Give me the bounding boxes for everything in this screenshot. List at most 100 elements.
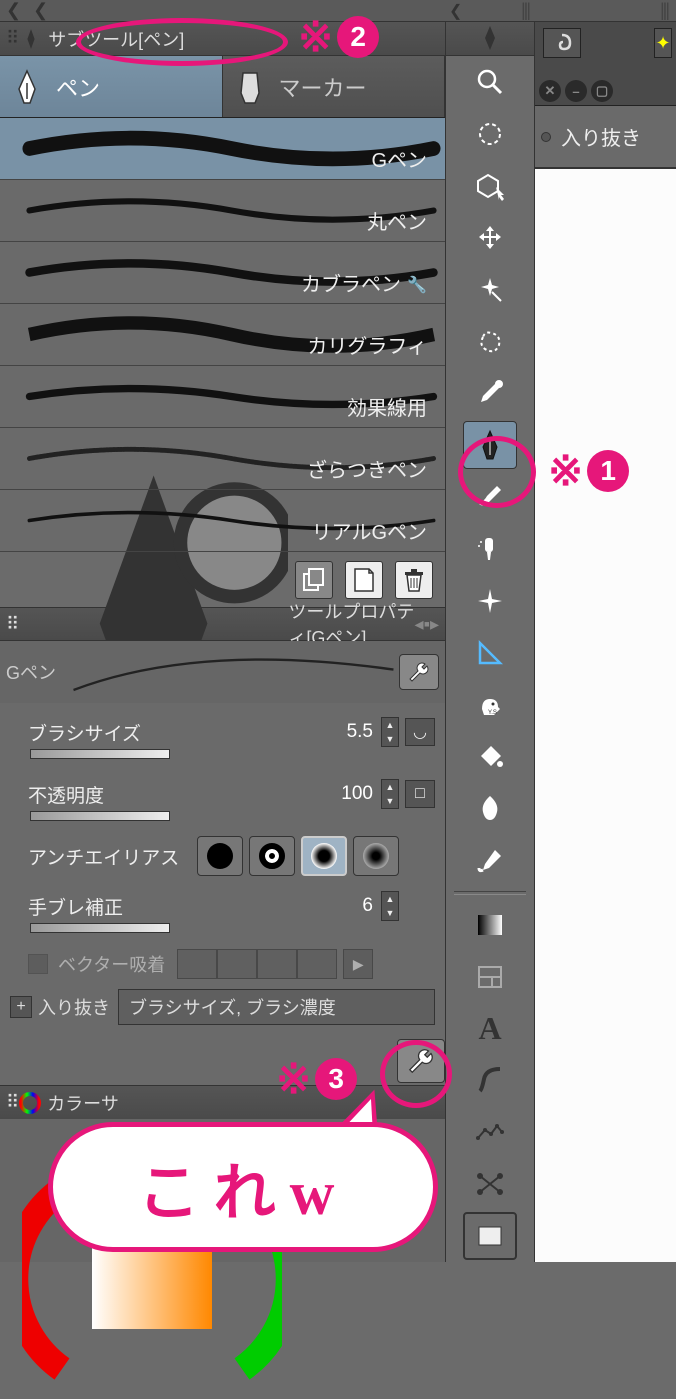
brush-settings-button[interactable]	[399, 654, 439, 690]
brush-name: ざらつきペン	[307, 454, 427, 483]
move-arrows-icon	[475, 223, 505, 253]
tool-frame[interactable]	[463, 953, 517, 1001]
slider-indicator-icon[interactable]: ◂▪▸	[415, 614, 439, 635]
panel-menu-icon[interactable]: ⠿	[6, 28, 16, 49]
tool-blend[interactable]: Y.S	[463, 681, 517, 729]
tool-operation[interactable]	[463, 162, 517, 210]
new-brush-button[interactable]	[345, 561, 383, 599]
vector-snap-checkbox[interactable]	[28, 954, 48, 974]
vector-snap-options[interactable]	[177, 949, 337, 979]
tool-col-topbar: ❮ |||	[445, 0, 535, 22]
antialias-option-weak[interactable]	[249, 836, 295, 876]
brush-item-marupen[interactable]: 丸ペン	[0, 180, 445, 242]
dashed-circle-icon	[475, 119, 505, 149]
tool-pencil[interactable]	[463, 473, 517, 521]
antialias-option-none[interactable]	[197, 836, 243, 876]
tab-pen[interactable]: ペン	[0, 56, 223, 117]
tool-move[interactable]	[463, 110, 517, 158]
brush-item-zaratsuki[interactable]: ざらつきペン	[0, 428, 445, 490]
tool-gradient-tool[interactable]	[463, 901, 517, 949]
tool-eraser[interactable]	[463, 629, 517, 677]
antialias-option-strong[interactable]	[353, 836, 399, 876]
brush-size-spinner[interactable]: ▲▼	[381, 717, 399, 747]
inout-expand-button[interactable]: +	[10, 996, 32, 1018]
canvas-area[interactable]	[535, 168, 676, 1262]
star-button[interactable]: ✦	[654, 28, 672, 58]
tool-palette-header[interactable]	[446, 22, 534, 56]
brush-name: 丸ペン	[367, 206, 427, 235]
eyedropper-icon	[475, 378, 505, 408]
brush-item-calligraphy[interactable]: カリグラフィ	[0, 304, 445, 366]
brush-size-slider[interactable]	[30, 749, 170, 759]
brush-preview-row: Gペン	[0, 641, 445, 703]
minimize-window-button[interactable]: –	[565, 80, 587, 102]
tool-selection[interactable]	[463, 266, 517, 314]
tool-move-layer[interactable]	[463, 214, 517, 262]
vector-snap-label: ベクター吸着	[58, 951, 165, 977]
close-window-button[interactable]: ✕	[539, 80, 561, 102]
tool-fill[interactable]	[463, 733, 517, 781]
tool-airbrush[interactable]	[463, 525, 517, 573]
tab-pen-label: ペン	[56, 71, 100, 103]
tool-auto-select[interactable]	[463, 318, 517, 366]
opacity-pressure-button[interactable]: □	[405, 780, 435, 808]
opacity-value: 100	[311, 783, 381, 805]
opacity-spinner[interactable]: ▲▼	[381, 779, 399, 809]
tool-property-title-bar[interactable]: ⠿ ツールプロパティ[Gペン] ◂▪▸	[0, 607, 445, 641]
swirl-icon[interactable]	[543, 28, 581, 58]
tool-eyedropper[interactable]	[463, 369, 517, 417]
dashed-blob-icon	[475, 327, 505, 357]
inout-value: ブラシサイズ, ブラシ濃度	[129, 994, 336, 1020]
subtool-panel-title-bar[interactable]: ⠿ サブツール[ペン]	[0, 22, 445, 56]
brush-item-effectline[interactable]: 効果線用	[0, 366, 445, 428]
delete-brush-button[interactable]	[395, 561, 433, 599]
tool-ruler[interactable]	[463, 1108, 517, 1156]
speech-bubble: これw	[48, 1122, 438, 1252]
opacity-slider[interactable]	[30, 811, 170, 821]
lock-icon: 🔧	[407, 275, 427, 295]
antialias-row: アンチエイリアス	[28, 831, 435, 881]
wrench-icon	[406, 1046, 436, 1076]
duplicate-brush-button[interactable]	[295, 561, 333, 599]
tool-last[interactable]	[463, 1212, 517, 1260]
tool-correct-line[interactable]	[463, 1160, 517, 1208]
tool-property-detail-button[interactable]	[397, 1039, 445, 1083]
tab-marker[interactable]: マーカー	[223, 56, 446, 117]
frame-icon	[476, 964, 504, 990]
inout-label: 入り抜き	[38, 994, 110, 1020]
bucket-icon	[475, 742, 505, 772]
pen-nib-icon	[480, 25, 500, 51]
stabilize-slider[interactable]	[30, 923, 170, 933]
brush-size-pressure-button[interactable]: ◡	[405, 718, 435, 746]
panel-menu-icon[interactable]: ⠿	[6, 614, 19, 635]
vector-snap-more[interactable]: ▶	[343, 949, 373, 979]
panel-grip-icon[interactable]: |||	[660, 0, 668, 21]
stabilize-spinner[interactable]: ▲▼	[381, 891, 399, 921]
vector-snap-row: ベクター吸着 ▶	[28, 943, 435, 985]
grip-icon[interactable]: |||	[521, 0, 529, 21]
tool-balloon[interactable]	[463, 1056, 517, 1104]
panel-menu-icon[interactable]: ⠿	[6, 1092, 19, 1113]
collapse-icon[interactable]: ❮	[449, 1, 462, 21]
inout-dropdown[interactable]: ブラシサイズ, ブラシ濃度	[118, 989, 435, 1025]
pen-tab-icon	[12, 69, 42, 105]
antialias-option-mid[interactable]	[301, 836, 347, 876]
brush-item-kabura[interactable]: カブラペン 🔧	[0, 242, 445, 304]
collapse-left-icon[interactable]: ❮	[6, 0, 21, 21]
brush-item-gpen[interactable]: Gペン	[0, 118, 445, 180]
tool-decoration[interactable]	[463, 577, 517, 625]
collapse-left-icon-2[interactable]: ❮	[33, 0, 48, 21]
tool-text[interactable]: A	[463, 1005, 517, 1053]
nodes-icon	[476, 1172, 504, 1196]
tool-pen[interactable]	[463, 421, 517, 469]
tab-marker-label: マーカー	[279, 71, 367, 103]
text-a-icon: A	[478, 1010, 501, 1047]
document-name[interactable]: 入り抜き	[561, 122, 641, 151]
tool-zoom[interactable]	[463, 58, 517, 106]
brush-size-label: ブラシサイズ	[28, 719, 178, 746]
tool-gradient[interactable]	[463, 785, 517, 833]
inout-row: + 入り抜き ブラシサイズ, ブラシ濃度	[10, 985, 435, 1029]
brush-item-realgpen[interactable]: リアルGペン	[0, 490, 445, 552]
tool-figure[interactable]	[463, 837, 517, 885]
maximize-window-button[interactable]: ▢	[591, 80, 613, 102]
